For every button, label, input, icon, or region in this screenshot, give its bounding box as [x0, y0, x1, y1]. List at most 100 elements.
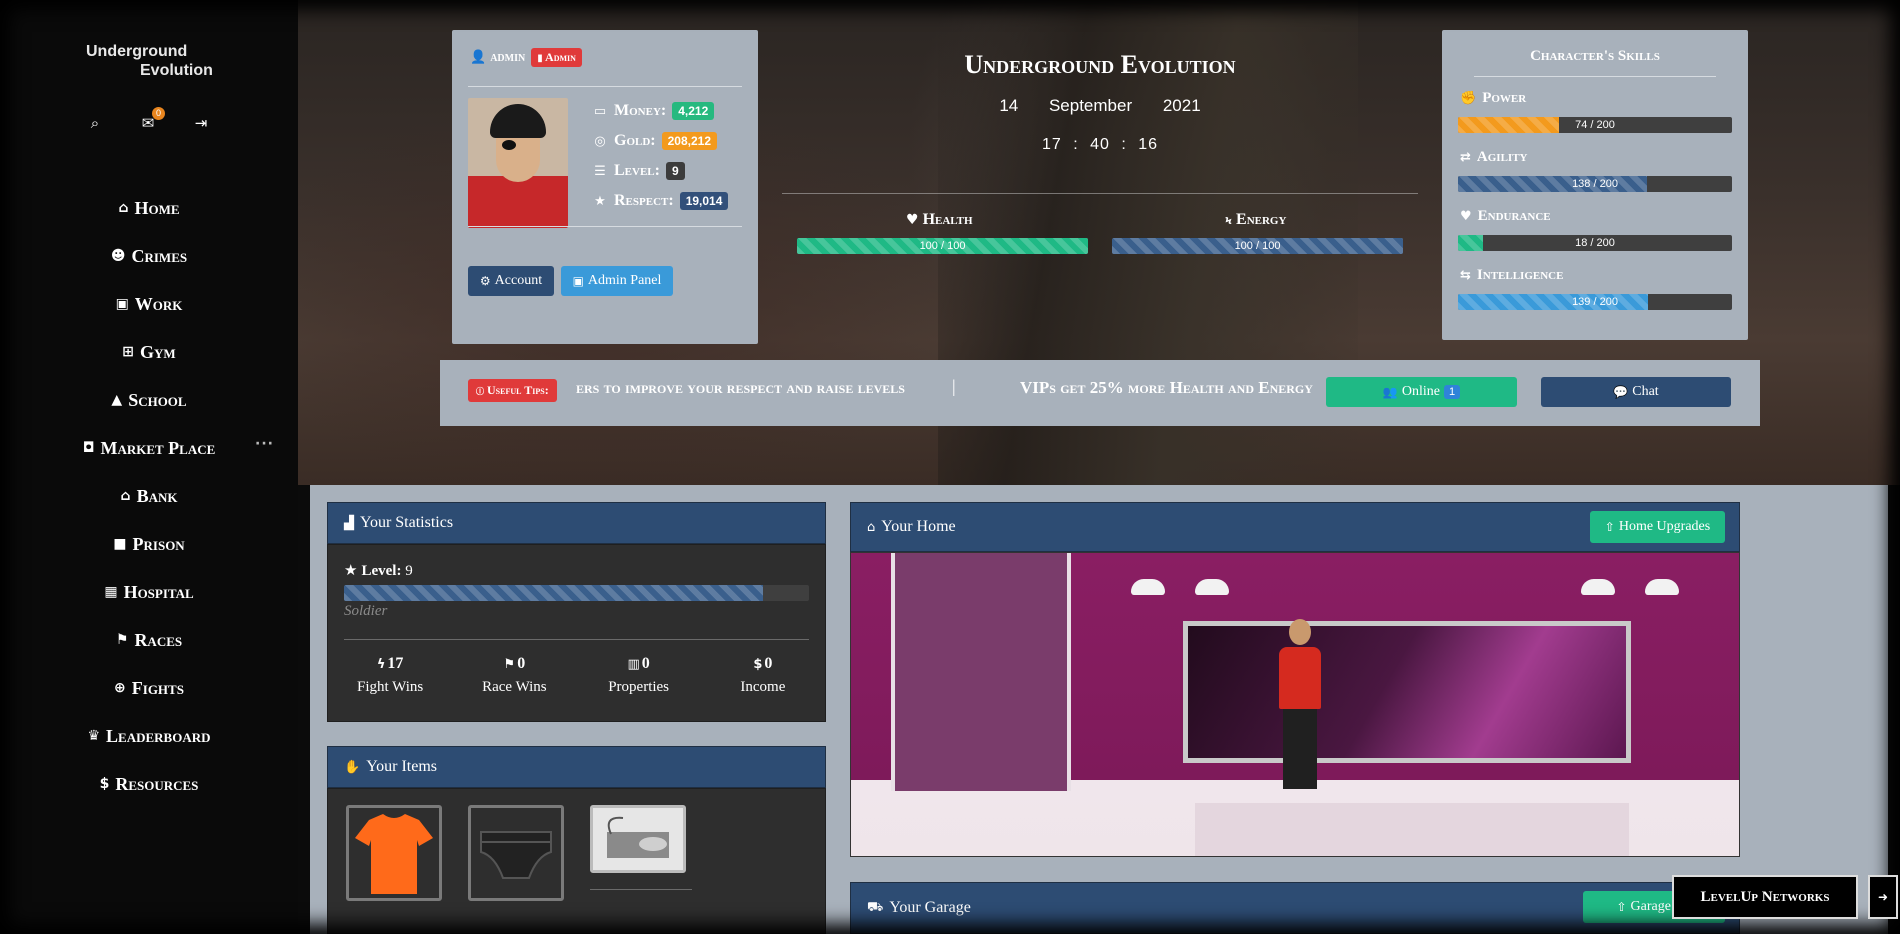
home-title: Your Home: [881, 518, 956, 535]
sidebar-item-label: Crimes: [131, 245, 188, 266]
account-button[interactable]: ⚙ Account: [468, 266, 554, 296]
avatar-hair: [490, 104, 546, 138]
health-bar-text: 100 / 100: [919, 240, 966, 252]
sidebar-item-leaderboard[interactable]: ♛ Leaderboard: [0, 712, 298, 760]
chat-icon: 💬: [1613, 385, 1629, 399]
search-icon[interactable]: ⌕: [84, 112, 106, 134]
stat-label: Race Wins: [482, 679, 547, 695]
title-block: Underground Evolution 14 September 2021 …: [782, 50, 1418, 154]
sidebar-item-work[interactable]: ▣ Work: [0, 280, 298, 328]
items-card-body: [327, 788, 826, 934]
sidebar-item-races[interactable]: ⚑ Races: [0, 616, 298, 664]
rank-title: Soldier: [344, 603, 388, 619]
skill-name: Agility: [1476, 149, 1528, 165]
money-icon: ▭: [593, 103, 607, 119]
stat-level-value: 9: [405, 563, 413, 579]
bookmark-icon: ▮: [537, 53, 543, 64]
stat-value: ▥ 0: [577, 655, 701, 673]
dollar-icon: $: [753, 657, 763, 672]
item-pants[interactable]: [468, 805, 564, 901]
skill-bar-endurance: 18 / 200: [1458, 235, 1732, 251]
admin-panel-button[interactable]: ▣ Admin Panel: [561, 266, 673, 296]
sidebar-item-resources[interactable]: $ Resources: [0, 760, 298, 808]
logo[interactable]: Underground Evolution: [86, 42, 213, 80]
chat-button[interactable]: 💬 Chat: [1541, 377, 1731, 407]
sidebar-item-home[interactable]: ⌂ Home: [0, 184, 298, 232]
more-options-icon[interactable]: ···: [255, 436, 274, 452]
chart-icon: ▟: [344, 515, 354, 531]
sidebar-item-label: Gym: [140, 341, 176, 362]
logout-icon[interactable]: ⇥: [190, 112, 212, 134]
levelup-toggle[interactable]: ➜: [1868, 875, 1898, 919]
arrow-up-circle-icon: ⇧: [1604, 520, 1615, 534]
sidebar-item-label: Work: [134, 293, 183, 314]
energy-label-text: Energy: [1236, 211, 1287, 228]
stat-value: ϟ 17: [328, 655, 452, 673]
skill-label-intelligence: ⇆ Intelligence: [1460, 267, 1563, 284]
stat-fight-wins: ϟ 17 Fight Wins: [328, 655, 452, 696]
sidebar-item-market-place[interactable]: ◘ Market Place ···: [0, 424, 298, 472]
respect-row: ★ Respect: 19,014: [592, 186, 729, 216]
sidebar-item-label: Market Place: [100, 437, 216, 458]
fist-icon: ✊: [1460, 91, 1477, 106]
sidebar-item-gym[interactable]: ⊞ Gym: [0, 328, 298, 376]
home-upgrades-button[interactable]: ⇧ Home Upgrades: [1590, 511, 1725, 543]
online-button-label: Online: [1401, 384, 1440, 399]
stat-label: Fight Wins: [357, 679, 424, 695]
item-tshirt[interactable]: [346, 805, 442, 901]
sidebar-item-label: Races: [134, 629, 183, 650]
checkered-flag-icon: ⚑: [115, 632, 129, 648]
statistics-card-header: ▟ Your Statistics: [327, 502, 826, 544]
respect-label: Respect:: [614, 192, 674, 209]
sidebar-item-label: Hospital: [123, 581, 194, 602]
items-title: Your Items: [366, 758, 438, 775]
sidebar-item-label: Leaderboard: [106, 725, 211, 746]
logo-line-2: Evolution: [140, 62, 213, 79]
curtain: [891, 553, 1071, 791]
health-label: ♥ Health: [906, 211, 973, 229]
item-slot-divider: [590, 889, 692, 890]
level-progress-bar: [344, 585, 809, 601]
skills-divider: [1474, 76, 1716, 77]
wall-tv: [1183, 621, 1631, 763]
sidebar-item-school[interactable]: ▲ School: [0, 376, 298, 424]
skill-bar-text: 139 / 200: [1572, 296, 1618, 308]
skill-label-endurance: ♥ Endurance: [1460, 208, 1551, 225]
stat-value: ⚑ 0: [452, 655, 576, 673]
sidebar-item-prison[interactable]: ■ Prison: [0, 520, 298, 568]
site-title: Underground Evolution: [964, 50, 1236, 79]
online-button[interactable]: 👥 Online 1: [1326, 377, 1517, 407]
profile-divider-2: [468, 226, 742, 227]
ceiling-lamp: [1581, 579, 1615, 595]
level-value: 9: [665, 162, 685, 180]
tip-text-2: VIPs get 25% more Health and Energy: [1020, 378, 1313, 397]
home-icon: ⌂: [118, 200, 129, 216]
item-disk-drive[interactable]: [590, 805, 686, 873]
underwear-icon: [480, 831, 552, 879]
stat-race-wins: ⚑ 0 Race Wins: [452, 655, 576, 696]
profile-header: 👤 admin ▮ Admin: [470, 48, 582, 67]
ceiling-lamp: [1195, 579, 1229, 595]
character-head: [1289, 619, 1311, 645]
sidebar-item-fights[interactable]: ⊕ Fights: [0, 664, 298, 712]
sidebar-item-bank[interactable]: ⌂ Bank: [0, 472, 298, 520]
sidebar-item-hospital[interactable]: ▦ Hospital: [0, 568, 298, 616]
mask-icon: ☻: [110, 248, 126, 264]
checkered-flag-icon: ⚑: [503, 657, 516, 672]
skill-name: Power: [1482, 90, 1527, 106]
username[interactable]: admin: [490, 50, 525, 66]
statistics-card-body: ★ Level: 9 Soldier ϟ 17 Fight Wins ⚑ 0 Race Wi…: [327, 544, 826, 722]
star-icon: ★: [344, 561, 358, 579]
stat-label: Income: [740, 679, 786, 695]
gold-label: Gold:: [614, 132, 656, 149]
sidebar-item-crimes[interactable]: ☻ Crimes: [0, 232, 298, 280]
stat-number: 0: [517, 655, 526, 672]
graduation-icon: ▲: [111, 392, 123, 408]
mail-icon[interactable]: ✉ 0: [137, 107, 165, 134]
levelup-networks-badge[interactable]: LevelUp Networks: [1672, 875, 1858, 919]
money-row: ▭ Money: 4,212: [592, 96, 728, 126]
skill-bar-intelligence: 139 / 200: [1458, 294, 1732, 310]
car-icon: ⛟: [867, 899, 884, 915]
skills-panel: Character's Skills ✊ Power 74 / 200 ⇄ Agilit…: [1442, 30, 1748, 340]
stat-value: $0: [701, 655, 825, 673]
